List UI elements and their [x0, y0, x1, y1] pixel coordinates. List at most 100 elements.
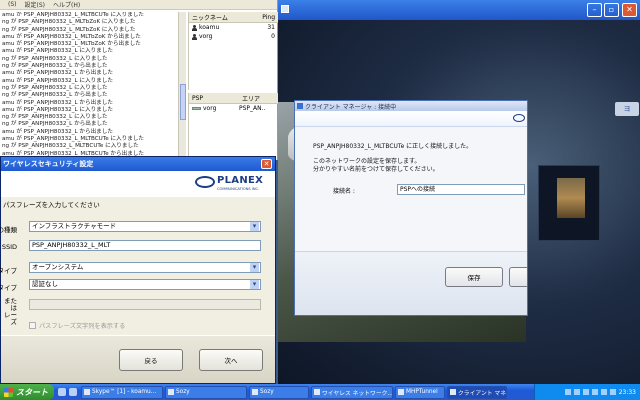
- chat-menubar: (S) 設定(S) ヘルプ(H): [0, 0, 277, 10]
- game-title-bar[interactable]: – ▫ ✕: [278, 0, 640, 20]
- user-ping: 31: [267, 24, 275, 31]
- tray-icon[interactable]: [582, 389, 589, 395]
- tray-icon[interactable]: [600, 389, 607, 395]
- task-wireless[interactable]: ワイヤレス ネットワーク...: [311, 385, 393, 399]
- user-icon: [192, 33, 197, 40]
- minimize-icon[interactable]: –: [587, 3, 602, 17]
- next-button-partial[interactable]: [509, 267, 527, 287]
- system-tray: 23:33: [534, 384, 640, 400]
- log-line: amu が PSP_ANPJH80332_L から出ました: [2, 70, 113, 77]
- dialog-title-bar[interactable]: ワイヤレスセキュリティ設定 ✕: [1, 157, 275, 171]
- log-line: ng が PSP_ANPJH80332_L_MLTbZoK に入りました: [2, 19, 136, 26]
- passphrase-prompt: パスフレーズを入力してください: [3, 201, 100, 209]
- task-mhptunnel[interactable]: MHPTunnel: [395, 385, 445, 399]
- user-row[interactable]: vorg 0: [189, 32, 278, 41]
- tray-icon[interactable]: [609, 389, 616, 395]
- security-settings-dialog: ワイヤレスセキュリティ設定 ✕ PLANEX COMMUNICATIONS IN…: [0, 156, 276, 384]
- tray-icon[interactable]: [591, 389, 598, 395]
- ssid-label: SSID: [1, 243, 17, 251]
- task-client-manager[interactable]: クライアント マネージャ...: [447, 385, 507, 399]
- column-nickname[interactable]: ニックネーム: [189, 13, 251, 22]
- client-manager-dialog: クライアント マネージャ : 接続中 PSP_ANPJH80332_L_MLTB…: [294, 100, 528, 316]
- column-psp[interactable]: PSP: [189, 95, 239, 102]
- connection-name-field[interactable]: PSPへの接続: [397, 184, 525, 195]
- log-line: amu が PSP_ANPJH80332_L から出ました: [2, 99, 113, 106]
- start-label: スタート: [16, 387, 48, 397]
- planex-logo: PLANEX COMMUNICATIONS INC.: [195, 174, 269, 194]
- next-button[interactable]: 次へ: [199, 349, 263, 371]
- user-name: vorg: [199, 33, 213, 40]
- tray-icon[interactable]: [564, 389, 571, 395]
- log-line: amu が PSP_ANPJH80332_L から出ました: [2, 128, 113, 135]
- cm-title-bar[interactable]: クライアント マネージャ : 接続中: [295, 101, 527, 111]
- app-icon: [281, 5, 289, 13]
- connection-name-label: 接続名 :: [333, 188, 355, 195]
- psp-area: PSP_AN..: [239, 105, 266, 112]
- tray-icon[interactable]: [573, 389, 580, 395]
- auth-type-label: 証タイプ: [0, 267, 17, 275]
- user-row[interactable]: koamu 31: [189, 23, 278, 32]
- clock[interactable]: 23:33: [619, 389, 636, 396]
- task-sozy-2[interactable]: Sozy: [249, 385, 309, 399]
- key-label: または レーズ: [4, 297, 17, 326]
- side-button[interactable]: ヨ: [615, 102, 639, 116]
- name-hint-text: 分かりやすい名前をつけて保存してください。: [313, 166, 439, 173]
- checkbox-box[interactable]: [29, 322, 36, 329]
- close-icon[interactable]: ✕: [261, 159, 272, 169]
- encryption-type-select[interactable]: 認証なし: [29, 279, 261, 290]
- chat-log-scrollbar[interactable]: [178, 12, 186, 160]
- psp-row[interactable]: vorg PSP_AN..: [189, 104, 278, 113]
- log-line: ng が PSP_ANPJH80332_L_MLTbZoK に入りました: [2, 26, 136, 33]
- log-line: ng が PSP_ANPJH80332_L_MLTBCUTe に入りました: [2, 143, 139, 150]
- user-list: ニックネーム Ping koamu 31 vorg 0: [188, 12, 278, 90]
- task-buttons: Skype™ [1] - koamu... Sozy Sozy ワイヤレス ネッ…: [81, 385, 534, 399]
- cm-header: [295, 111, 527, 127]
- network-icon: [314, 389, 320, 395]
- network-type-label: の種類: [0, 226, 17, 234]
- save-button[interactable]: 保存: [445, 267, 503, 287]
- start-button[interactable]: スタート: [0, 384, 54, 400]
- quick-launch: [54, 388, 81, 396]
- auth-type-select[interactable]: オープンシステム: [29, 262, 261, 273]
- psp-list: PSP エリア vorg PSP_AN..: [188, 93, 278, 160]
- ssid-field[interactable]: PSP_ANPJH80332_L_MLT: [29, 240, 261, 251]
- connection-success-text: PSP_ANPJH80332_L_MLTBCUTe に正しく接続しました。: [313, 143, 473, 150]
- app-icon: [168, 389, 174, 395]
- close-icon[interactable]: ✕: [622, 3, 637, 17]
- task-sozy-1[interactable]: Sozy: [165, 385, 247, 399]
- dialog-banner: PLANEX COMMUNICATIONS INC.: [1, 171, 275, 197]
- windows-flag-icon: [4, 387, 13, 397]
- log-line: ng が PSP_ANPJH80332_L から出ました: [2, 92, 108, 99]
- column-ping[interactable]: Ping: [251, 14, 277, 21]
- network-type-select[interactable]: インフラストラクチャモード: [29, 221, 261, 232]
- psp-list-header: PSP エリア: [189, 93, 278, 104]
- user-ping: 0: [271, 33, 275, 40]
- planex-mini-logo: [513, 114, 525, 122]
- scroll-thumb[interactable]: [180, 84, 186, 120]
- quick-launch-icon[interactable]: [69, 388, 77, 396]
- cm-title: クライアント マネージャ : 接続中: [305, 103, 397, 111]
- quick-launch-icon[interactable]: [58, 388, 66, 396]
- skype-icon: [84, 389, 90, 395]
- menu-item-help[interactable]: ヘルプ(H): [53, 0, 80, 9]
- maximize-icon[interactable]: ▫: [604, 3, 619, 17]
- chat-window: (S) 設定(S) ヘルプ(H) amu が PSP_ANPJH80332_L_…: [0, 0, 278, 160]
- user-icon: [192, 24, 197, 31]
- menu-item-file[interactable]: (S): [8, 1, 17, 8]
- chat-log: amu が PSP_ANPJH80332_L_MLTBCUTe に入りました n…: [0, 12, 178, 160]
- log-line: ng が PSP_ANPJH80332_L から出ました: [2, 121, 108, 128]
- taskbar: スタート Skype™ [1] - koamu... Sozy Sozy ワイヤ…: [0, 384, 640, 400]
- psp-device-icon: [192, 107, 201, 110]
- log-line: ng が PSP_ANPJH80332_L に入りました: [2, 55, 108, 62]
- psp-name: vorg: [203, 105, 217, 112]
- show-passphrase-checkbox[interactable]: パスフレーズ文字列を表示する: [29, 321, 125, 330]
- app-icon: [252, 389, 258, 395]
- app-icon: [398, 389, 404, 395]
- menu-item-settings[interactable]: 設定(S): [25, 0, 46, 9]
- back-button[interactable]: 戻る: [119, 349, 183, 371]
- dialog-title: ワイヤレスセキュリティ設定: [3, 160, 94, 168]
- user-name: koamu: [199, 24, 220, 31]
- task-skype[interactable]: Skype™ [1] - koamu...: [81, 385, 163, 399]
- column-area[interactable]: エリア: [239, 94, 277, 103]
- key-field[interactable]: [29, 299, 261, 310]
